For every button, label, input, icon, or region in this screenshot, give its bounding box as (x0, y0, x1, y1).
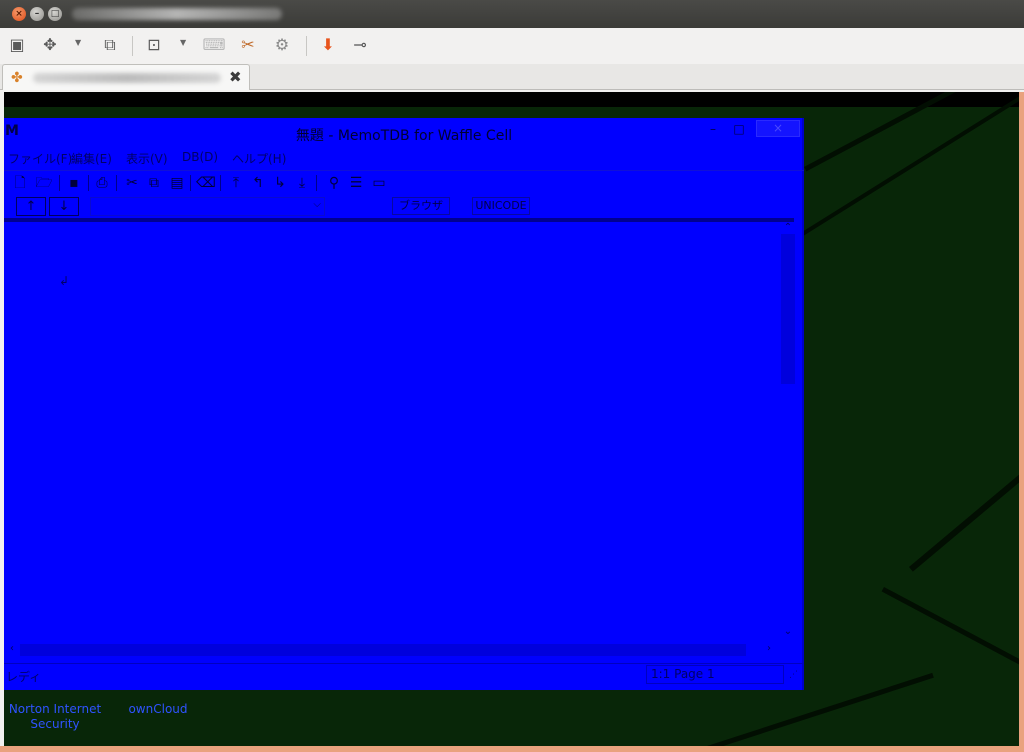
app-nav-row: ↑ ↓ ⌵ ブラウザ UNICODE (4, 194, 804, 218)
cursor-position: 1:1 Page 1 (646, 665, 784, 684)
browser-button[interactable]: ブラウザ (392, 197, 450, 215)
open-folder-icon[interactable]: 🗁 (34, 174, 54, 192)
host-toolbar: ▣ ✥ ▼ ⧉ ⊡ ▼ ⌨ ✂ ⚙ ⬇ ⊸ (0, 28, 1024, 64)
viewport-border-bottom (0, 746, 1024, 752)
host-minimize-button[interactable]: – (30, 7, 44, 21)
prev-record-icon[interactable]: ↰ (248, 174, 268, 192)
print-icon[interactable]: ⎙ (92, 174, 112, 192)
status-text: レディ (6, 670, 42, 684)
windows-icon[interactable]: ⧉ (98, 34, 122, 56)
menu-db[interactable]: DB(D) (182, 150, 218, 164)
horizontal-scroll-thumb[interactable] (20, 644, 746, 656)
app-title: 無題 - MemoTDB for Waffle Cell (295, 128, 513, 144)
record-combo[interactable]: ⌵ (90, 197, 325, 216)
resize-grip-icon[interactable]: ⋰ (789, 670, 798, 680)
first-record-icon[interactable]: ⤒ (226, 174, 246, 192)
download-icon[interactable]: ⬇ (316, 34, 340, 56)
horizontal-scrollbar[interactable]: ‹ › (4, 642, 780, 658)
search-icon[interactable]: ⚲ (324, 174, 344, 192)
chevron-down-icon[interactable]: ▼ (75, 38, 85, 47)
menu-view[interactable]: 表示(V) (126, 150, 168, 167)
chevron-down-icon: ⌵ (313, 199, 321, 210)
next-record-icon[interactable]: ↳ (270, 174, 290, 192)
up-button[interactable]: ↑ (16, 197, 46, 216)
settings-gears-icon[interactable]: ⚙ (270, 34, 294, 56)
host-maximize-button[interactable]: □ (48, 7, 62, 21)
remote-desktop-view[interactable]: Norton Internet Security ownCloud M 無題 -… (4, 92, 1020, 746)
keyboard-icon[interactable]: ⌨ (202, 34, 226, 56)
app-minimize-button[interactable]: – (706, 121, 720, 137)
tab-title-redacted (33, 73, 221, 83)
scroll-up-icon[interactable]: ⌃ (780, 222, 796, 233)
vertical-scroll-thumb[interactable] (781, 234, 795, 384)
app-toolbar: 🗋 🗁 ▪ ⎙ ✂ ⧉ ▤ ⌫ ⤒ ↰ ↳ ⤓ ⚲ ☰ ▭ (4, 170, 804, 194)
host-close-button[interactable]: × (12, 7, 26, 21)
tools-icon[interactable]: ✂ (236, 34, 260, 56)
copy-icon[interactable]: ⧉ (144, 174, 164, 192)
memo-editor[interactable]: ↲ (4, 222, 782, 636)
fit-screen-icon[interactable]: ✥ (38, 34, 62, 56)
down-button[interactable]: ↓ (49, 197, 79, 216)
cut-icon[interactable]: ✂ (122, 174, 142, 192)
scroll-right-icon[interactable]: › (761, 643, 777, 654)
delete-icon[interactable]: ⌫ (196, 174, 216, 192)
menu-file[interactable]: ファイル(F) (8, 150, 72, 167)
viewport-border-right (1019, 92, 1024, 746)
save-icon[interactable]: ▪ (64, 174, 84, 192)
app-statusbar: レディ 1:1 Page 1 ⋰ (4, 663, 804, 685)
new-file-icon[interactable]: 🗋 (10, 174, 30, 192)
memotdb-window: M 無題 - MemoTDB for Waffle Cell – □ × ファイ… (4, 118, 804, 690)
host-window-title-redacted (72, 8, 282, 20)
disconnect-plug-icon[interactable]: ⊸ (348, 34, 372, 56)
last-record-icon[interactable]: ⤓ (292, 174, 312, 192)
vertical-scrollbar[interactable]: ⌃ ⌄ (780, 222, 796, 642)
app-titlebar: M 無題 - MemoTDB for Waffle Cell – □ × (4, 118, 804, 146)
image-icon[interactable]: ▭ (369, 174, 389, 192)
app-menubar: ファイル(F) 編集(E) 表示(V) DB(D) ヘルプ(H) (4, 148, 804, 168)
menu-help[interactable]: ヘルプ(H) (232, 150, 286, 167)
connection-tab[interactable]: ✤ ✖ (2, 64, 250, 90)
paste-icon[interactable]: ▤ (167, 174, 187, 192)
scroll-down-icon[interactable]: ⌄ (780, 626, 796, 637)
host-tabbar: ✤ ✖ (0, 64, 1024, 90)
app-close-button[interactable]: × (756, 120, 800, 137)
line-end-mark: ↲ (59, 274, 70, 288)
remote-desktop-icon: ✤ (11, 70, 23, 86)
desktop-icon-owncloud[interactable]: ownCloud (122, 702, 194, 717)
app-maximize-button[interactable]: □ (732, 121, 746, 137)
close-tab-icon[interactable]: ✖ (229, 68, 242, 86)
menu-edit[interactable]: 編集(E) (71, 150, 112, 167)
zoom-icon[interactable]: ⊡ (142, 34, 166, 56)
scroll-left-icon[interactable]: ‹ (4, 643, 20, 654)
host-titlebar: × – □ (0, 0, 1024, 28)
desktop-icon-norton[interactable]: Norton Internet Security (6, 702, 104, 732)
encoding-button[interactable]: UNICODE (472, 197, 530, 215)
screen-1-icon[interactable]: ▣ (5, 34, 29, 56)
list-icon[interactable]: ☰ (346, 174, 366, 192)
chevron-down-icon[interactable]: ▼ (180, 38, 190, 47)
